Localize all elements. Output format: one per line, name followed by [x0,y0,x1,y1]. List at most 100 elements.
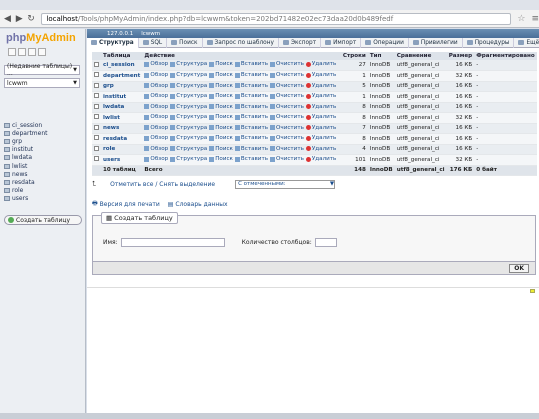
row-size[interactable]: 16 КБ [446,60,475,71]
tab-2[interactable]: Поиск [167,37,203,48]
table-name-link[interactable]: lwdata [101,102,143,113]
action-structure[interactable]: Структура [170,135,207,141]
action-insert[interactable]: Вставить [234,61,268,67]
action-browse[interactable]: Обзор [144,72,168,78]
row-checkbox[interactable] [94,61,99,67]
action-empty[interactable]: Очистить [270,114,304,120]
ok-button[interactable]: OK [509,264,529,273]
action-search[interactable]: Поиск [209,72,233,78]
action-browse[interactable]: Обзор [144,61,168,67]
table-name-input[interactable] [120,238,225,247]
sidebar-item-resdata[interactable]: resdata [4,178,84,186]
table-name-link[interactable]: lwlist [101,112,143,124]
tab-4[interactable]: Экспорт [279,37,322,48]
action-insert[interactable]: Вставить [234,83,268,89]
action-insert[interactable]: Вставить [234,125,268,131]
action-browse[interactable]: Обзор [144,135,168,141]
row-size[interactable]: 16 КБ [446,133,475,145]
action-structure[interactable]: Структура [170,61,207,67]
breadcrumb-server[interactable]: 127.0.0.1 [107,31,133,37]
action-empty[interactable]: Очистить [270,93,304,99]
create-table-link[interactable]: Создать таблицу [4,215,82,225]
action-insert[interactable]: Вставить [234,104,268,110]
tab-6[interactable]: Операции [361,37,409,48]
action-search[interactable]: Поиск [209,114,233,120]
table-name-link[interactable]: ci_session [101,60,143,71]
action-structure[interactable]: Структура [170,93,207,99]
action-browse[interactable]: Обзор [144,114,168,120]
column-count-input[interactable] [314,238,337,247]
action-drop[interactable]: Удалить [305,125,336,131]
action-browse[interactable]: Обзор [144,156,168,162]
sidebar-item-institut[interactable]: institut [4,146,84,154]
action-structure[interactable]: Структура [170,72,207,78]
row-checkbox[interactable] [94,103,99,109]
row-size[interactable]: 32 КБ [446,70,475,82]
col-size[interactable]: Размер [446,52,475,60]
row-checkbox[interactable] [94,156,99,162]
tab-0[interactable]: Структура [87,37,139,48]
action-insert[interactable]: Вставить [234,72,268,78]
row-size[interactable]: 16 КБ [446,91,475,103]
row-checkbox[interactable] [94,124,99,130]
row-size[interactable]: 16 КБ [446,144,475,155]
reload-icon[interactable]: ↻ [27,13,36,25]
settings-icon[interactable] [38,48,46,56]
action-drop[interactable]: Удалить [305,156,336,162]
action-drop[interactable]: Удалить [305,93,336,99]
table-name-link[interactable]: institut [101,91,143,103]
row-checkbox[interactable] [94,145,99,151]
action-browse[interactable]: Обзор [144,104,168,110]
action-browse[interactable]: Обзор [144,125,168,131]
table-name-link[interactable]: role [101,144,143,155]
table-name-link[interactable]: grp [101,81,143,92]
menu-icon[interactable]: ≡ [531,14,539,24]
row-size[interactable]: 16 КБ [446,102,475,113]
col-rows[interactable]: Строки [340,52,368,60]
sidebar-item-grp[interactable]: grp [4,137,84,145]
back-icon[interactable]: ◀ [3,13,12,25]
action-empty[interactable]: Очистить [270,72,304,78]
data-dictionary-link[interactable]: ▤ Словарь данных [168,199,228,209]
console-icon[interactable] [530,289,535,293]
row-checkbox[interactable] [94,72,99,78]
action-structure[interactable]: Структура [170,104,207,110]
table-name-link[interactable]: users [101,154,143,166]
action-search[interactable]: Поиск [209,83,233,89]
phpmyadmin-logo[interactable]: phpMyAdmin [6,32,76,44]
action-search[interactable]: Поиск [209,93,233,99]
table-name-link[interactable]: news [101,123,143,134]
sidebar-item-users[interactable]: users [4,195,84,203]
action-empty[interactable]: Очистить [270,135,304,141]
bookmark-star-icon[interactable]: ☆ [517,14,525,24]
action-structure[interactable]: Структура [170,156,207,162]
breadcrumb-db[interactable]: lcwwm [141,31,160,37]
action-structure[interactable]: Структура [170,114,207,120]
action-drop[interactable]: Удалить [305,72,336,78]
sidebar-item-department[interactable]: department [4,129,84,137]
action-search[interactable]: Поиск [209,61,233,67]
print-view-link[interactable]: 🖶 Версия для печати [92,199,160,209]
action-drop[interactable]: Удалить [305,135,336,141]
action-empty[interactable]: Очистить [270,83,304,89]
action-insert[interactable]: Вставить [234,114,268,120]
recent-tables-select[interactable]: (Недавние таблицы) ... ▼ [4,63,80,77]
action-insert[interactable]: Вставить [234,135,268,141]
action-insert[interactable]: Вставить [234,146,268,152]
action-insert[interactable]: Вставить [234,93,268,99]
col-collation[interactable]: Сравнение [394,52,447,60]
forward-icon[interactable]: ▶ [15,13,24,25]
with-selected-select[interactable]: С отмеченными: ▼ [235,179,336,189]
table-name-link[interactable]: department [101,70,143,82]
action-browse[interactable]: Обзор [144,146,168,152]
tab-5[interactable]: Импорт [321,37,362,48]
action-drop[interactable]: Удалить [305,104,336,110]
tab-7[interactable]: Привилегии [409,37,463,48]
action-empty[interactable]: Очистить [270,125,304,131]
action-drop[interactable]: Удалить [305,83,336,89]
row-checkbox[interactable] [94,82,99,88]
action-search[interactable]: Поиск [209,156,233,162]
action-empty[interactable]: Очистить [270,146,304,152]
col-type[interactable]: Тип [367,52,395,60]
action-empty[interactable]: Очистить [270,61,304,67]
